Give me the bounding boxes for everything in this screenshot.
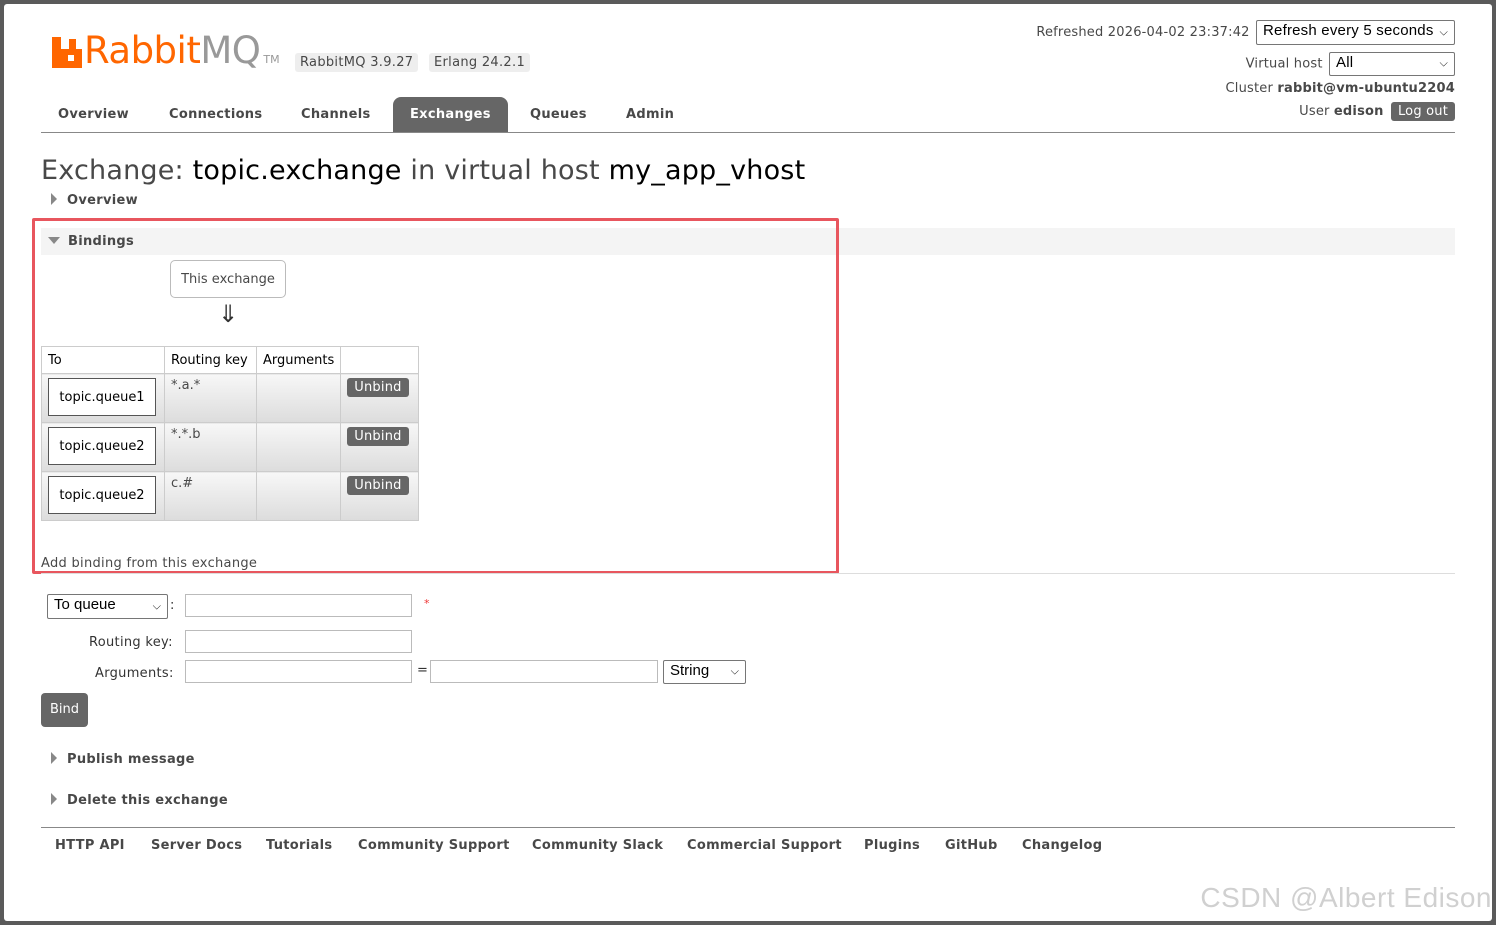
- argument-key-input[interactable]: [185, 660, 412, 683]
- title-middle: in virtual host: [410, 155, 600, 186]
- footer-link-community-support[interactable]: Community Support: [358, 838, 510, 853]
- collapsed-triangle-icon: [51, 793, 57, 805]
- section-overview-label: Overview: [67, 193, 138, 208]
- tab-connections[interactable]: Connections: [169, 97, 262, 132]
- divider: [41, 573, 1455, 574]
- rabbitmq-logo[interactable]: RabbitMQ TM: [52, 29, 280, 72]
- chevron-down-icon: ⌵: [1439, 57, 1448, 70]
- footer-link-community-slack[interactable]: Community Slack: [532, 838, 663, 853]
- refreshed-label: Refreshed 2026-04-02 23:37:42: [1036, 25, 1250, 40]
- vhost-name: my_app_vhost: [608, 155, 806, 186]
- tab-overview[interactable]: Overview: [58, 97, 129, 132]
- vhost-select[interactable]: All ⌵: [1329, 52, 1455, 76]
- footer-link-commercial-support[interactable]: Commercial Support: [687, 838, 842, 853]
- colon-label: :: [170, 598, 175, 613]
- cluster-row: Cluster rabbit@vm-ubuntu2204: [1226, 81, 1456, 96]
- page-title: Exchange: topic.exchange in virtual host…: [41, 155, 805, 186]
- main-nav-tabs: Overview Connections Channels Exchanges …: [41, 97, 1455, 133]
- tab-channels[interactable]: Channels: [301, 97, 371, 132]
- rabbitmq-logo-icon: [52, 37, 82, 68]
- argument-type-value: String: [670, 662, 710, 679]
- section-overview[interactable]: Overview: [41, 193, 138, 208]
- required-marker: *: [424, 597, 430, 610]
- section-delete-exchange[interactable]: Delete this exchange: [41, 793, 228, 808]
- argument-type-select[interactable]: String ⌵: [663, 660, 746, 684]
- refresh-row: Refreshed 2026-04-02 23:37:42 Refresh ev…: [1036, 20, 1455, 45]
- argument-value-input[interactable]: [430, 660, 658, 683]
- version-badge: RabbitMQ 3.9.27: [295, 53, 419, 72]
- tab-queues[interactable]: Queues: [530, 97, 587, 132]
- cluster-value: rabbit@vm-ubuntu2204: [1277, 81, 1455, 96]
- cluster-label: Cluster: [1225, 81, 1274, 96]
- refresh-select[interactable]: Refresh every 5 seconds ⌵: [1256, 20, 1455, 45]
- chevron-down-icon: ⌵: [1439, 26, 1448, 38]
- destination-type-value: To queue: [54, 596, 116, 613]
- footer: HTTP API Server Docs Tutorials Community…: [41, 827, 1455, 853]
- footer-link-plugins[interactable]: Plugins: [864, 838, 920, 853]
- exchange-name: topic.exchange: [192, 155, 402, 186]
- tab-admin[interactable]: Admin: [626, 97, 674, 132]
- vhost-select-value: All: [1336, 54, 1354, 71]
- tab-exchanges[interactable]: Exchanges: [393, 97, 508, 132]
- footer-link-github[interactable]: GitHub: [945, 838, 998, 853]
- vhost-row: Virtual host All ⌵: [1246, 52, 1455, 76]
- logo-wordmark: RabbitMQ: [84, 29, 261, 72]
- collapsed-triangle-icon: [51, 193, 57, 205]
- routing-key-label: Routing key:: [89, 635, 173, 650]
- watermark: CSDN @Albert Edison: [1200, 882, 1492, 913]
- highlight-annotation-box: [32, 218, 839, 574]
- bind-button[interactable]: Bind: [41, 693, 88, 727]
- section-publish-label: Publish message: [67, 752, 195, 767]
- footer-link-tutorials[interactable]: Tutorials: [266, 838, 332, 853]
- footer-link-server-docs[interactable]: Server Docs: [151, 838, 242, 853]
- arguments-label: Arguments:: [95, 666, 174, 681]
- logo-trademark: TM: [263, 53, 280, 66]
- destination-type-select[interactable]: To queue ⌵: [47, 594, 168, 619]
- footer-link-changelog[interactable]: Changelog: [1022, 838, 1102, 853]
- chevron-down-icon: ⌵: [152, 600, 161, 612]
- footer-link-http-api[interactable]: HTTP API: [55, 838, 125, 853]
- chevron-down-icon: ⌵: [730, 665, 739, 678]
- collapsed-triangle-icon: [51, 752, 57, 764]
- section-delete-label: Delete this exchange: [67, 793, 228, 808]
- destination-input[interactable]: [185, 594, 412, 617]
- erlang-badge: Erlang 24.2.1: [429, 53, 531, 72]
- routing-key-input[interactable]: [185, 630, 412, 653]
- title-prefix: Exchange:: [41, 155, 184, 186]
- refresh-select-value: Refresh every 5 seconds: [1263, 22, 1434, 39]
- equals-label: =: [417, 663, 429, 678]
- vhost-label: Virtual host: [1245, 56, 1323, 72]
- section-publish-message[interactable]: Publish message: [41, 752, 195, 767]
